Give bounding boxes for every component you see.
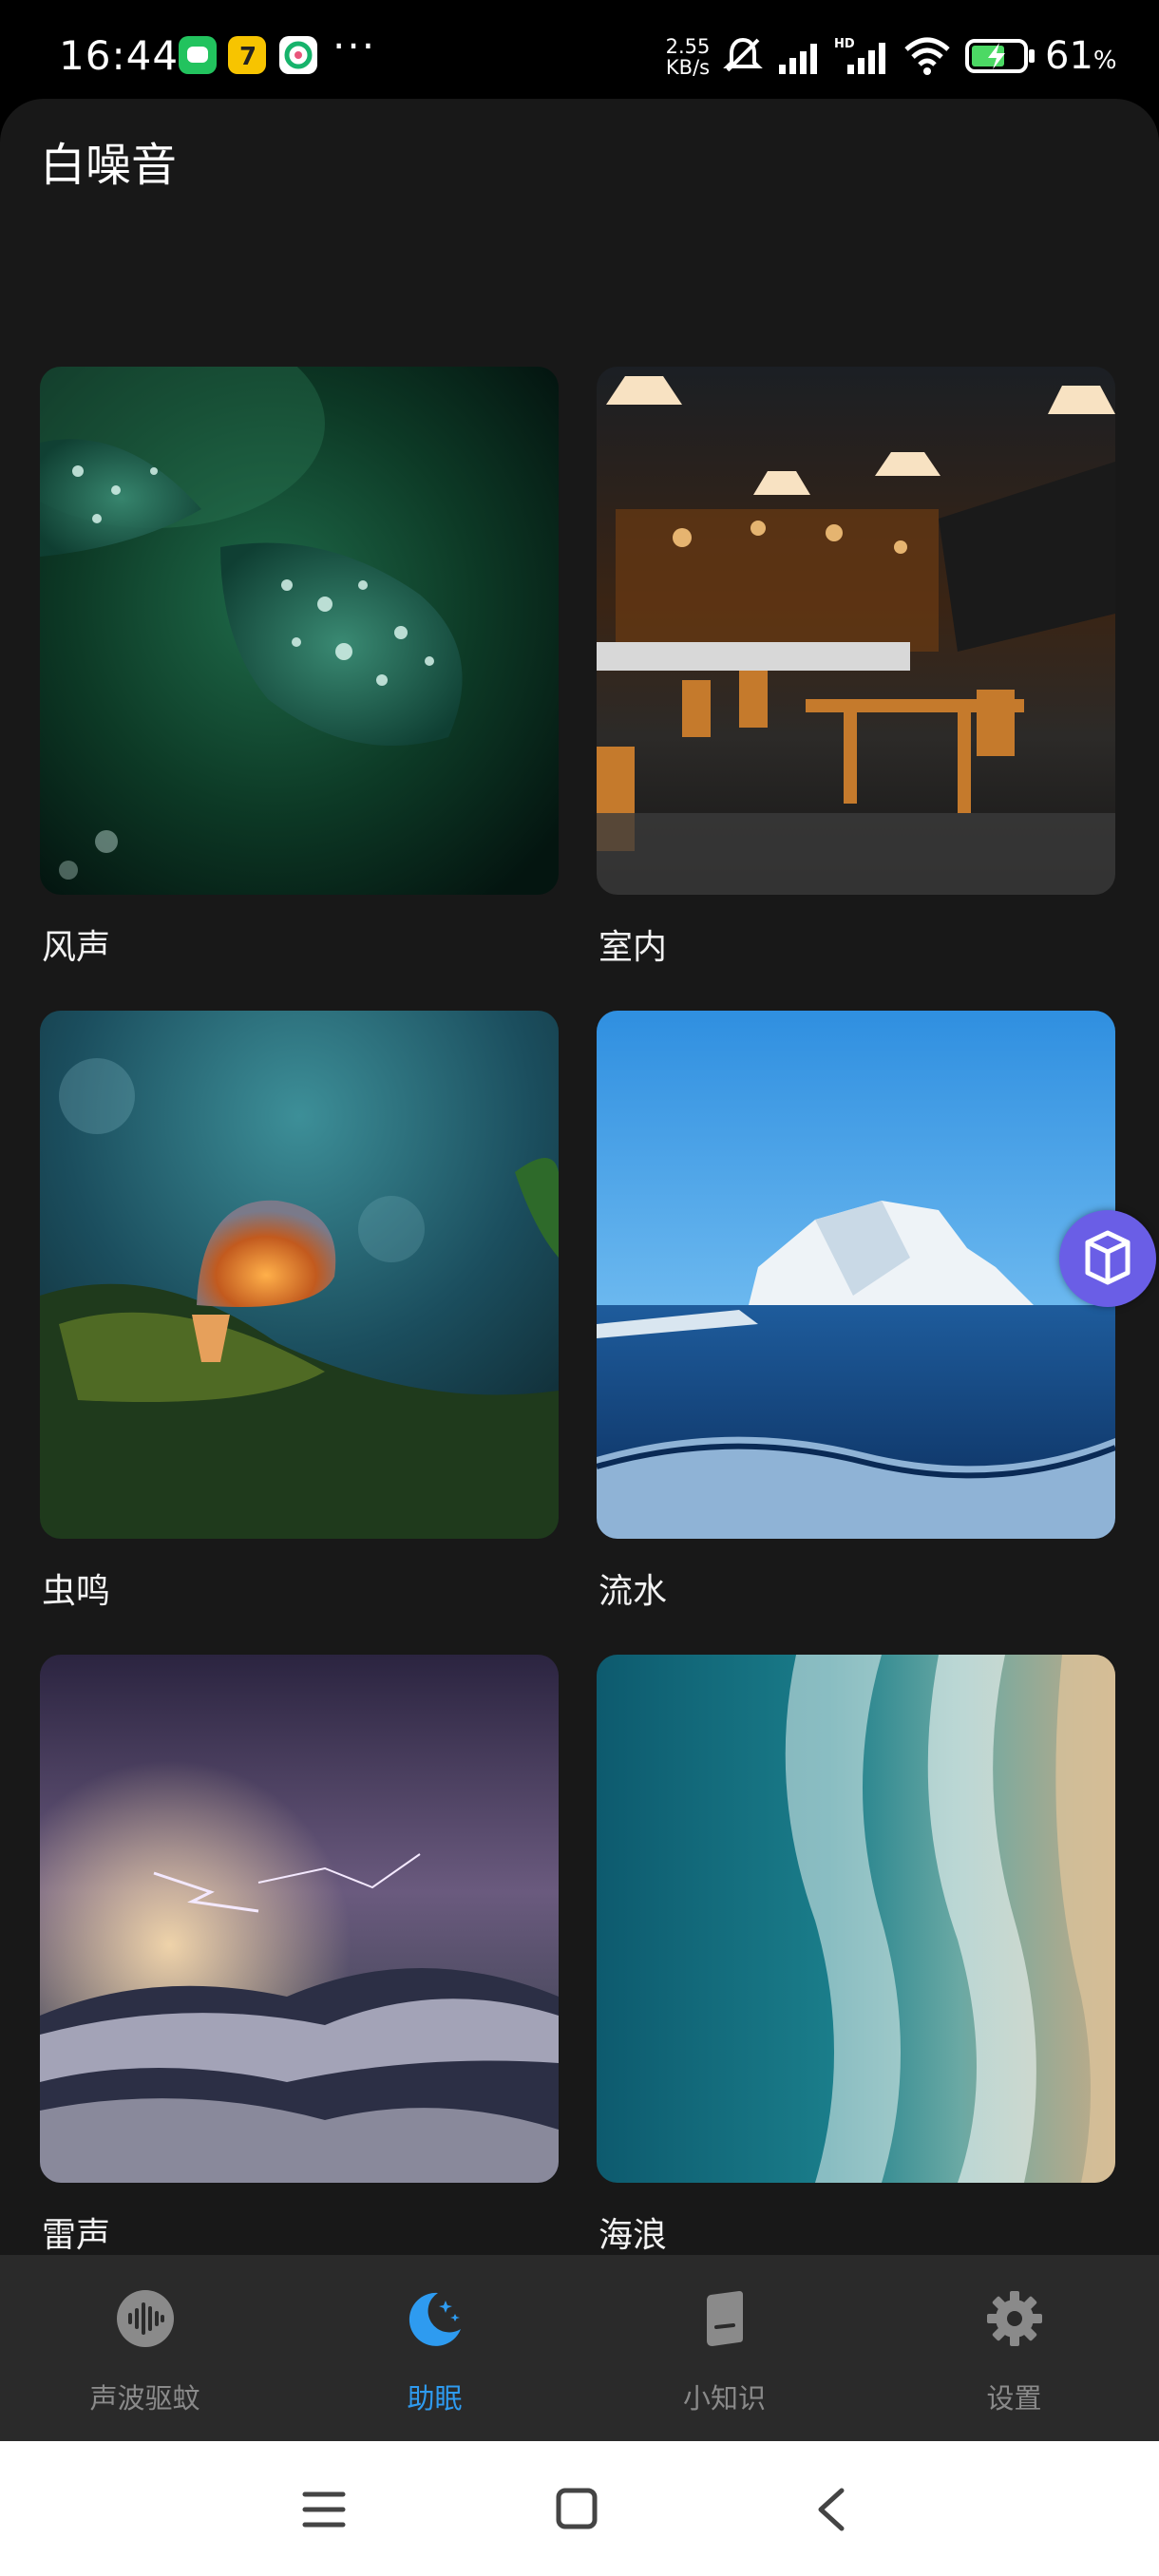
status-bar: 16:44 7 ··· 2.55 KB/s HD 61% (0, 0, 1159, 101)
indoor-thumbnail (597, 367, 1115, 895)
battery-percent: 61% (1045, 34, 1117, 78)
thunder-thumbnail (40, 1655, 559, 2183)
tab-label: 小知识 (682, 2382, 766, 2415)
tab-label: 声波驱蚊 (89, 2382, 200, 2415)
book-icon (707, 2291, 743, 2346)
home-icon[interactable] (555, 2487, 598, 2530)
app-7-icon: 7 (228, 36, 266, 74)
tab-mosquito-repellent[interactable]: 声波驱蚊 (0, 2255, 290, 2441)
sound-label: 雷声 (42, 2216, 111, 2255)
sound-label: 室内 (598, 928, 668, 967)
silent-bell-icon (723, 37, 763, 72)
insects-thumbnail (40, 1011, 559, 1539)
floating-widget-button[interactable] (1059, 1210, 1156, 1307)
page-title: 白噪音 (40, 139, 178, 192)
main-panel: 白噪音 风声 室内 虫鸣 流水 雷声 海浪 (0, 99, 1159, 2255)
wind-thumbnail (40, 367, 559, 895)
soundwave-icon (117, 2290, 174, 2347)
tab-label: 助眠 (407, 2382, 463, 2415)
network-speed: 2.55 KB/s (665, 35, 711, 79)
water-thumbnail (597, 1011, 1115, 1539)
tab-settings[interactable]: 设置 (869, 2255, 1159, 2441)
wifi-icon (904, 37, 950, 75)
cube-icon (1085, 1230, 1130, 1285)
moon-stars-icon (408, 2292, 461, 2346)
tab-knowledge[interactable]: 小知识 (580, 2255, 869, 2441)
message-app-icon (179, 36, 217, 74)
bottom-tab-bar: 声波驱蚊 助眠 小知识 设置 (0, 2255, 1159, 2441)
tab-sleep[interactable]: 助眠 (290, 2255, 580, 2441)
signal-hd-icon: HD (834, 37, 885, 74)
more-notifications-indicator: ··· (332, 23, 377, 69)
tab-label: 设置 (986, 2382, 1042, 2415)
battery-charging-icon (965, 39, 1035, 73)
signal-icon (779, 44, 817, 74)
status-time: 16:44 (59, 32, 180, 79)
menu-icon[interactable] (302, 2489, 346, 2530)
waves-thumbnail (597, 1655, 1115, 2183)
sound-label: 海浪 (598, 2216, 668, 2255)
sync-app-icon (279, 36, 317, 74)
gear-icon (987, 2291, 1042, 2346)
system-navigation-bar (0, 2441, 1159, 2576)
svg-text:HD: HD (834, 37, 855, 51)
svg-text:7: 7 (239, 43, 256, 71)
sound-label: 虫鸣 (42, 1572, 111, 1611)
back-icon[interactable] (813, 2487, 847, 2532)
sound-label: 流水 (598, 1572, 668, 1611)
sound-label: 风声 (42, 928, 111, 967)
